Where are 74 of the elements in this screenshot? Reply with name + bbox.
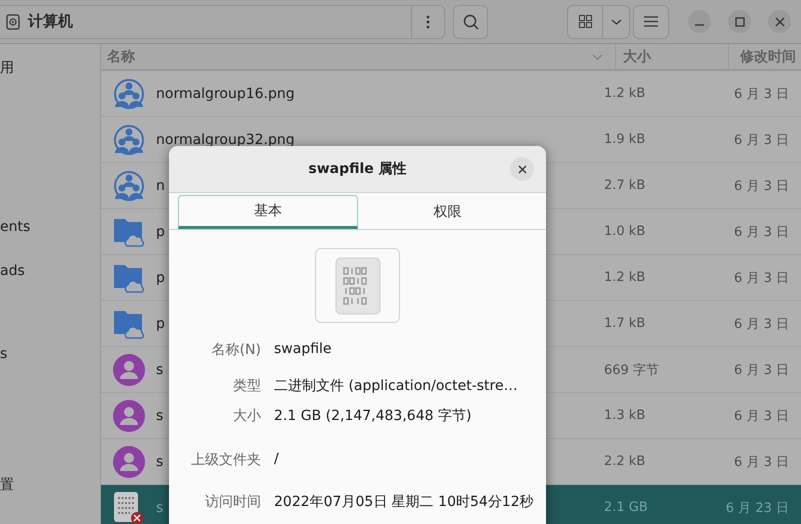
file-name: n — [156, 178, 165, 194]
property-label: 大小 — [232, 407, 261, 425]
search-button[interactable] — [453, 4, 488, 38]
chevron-down-icon — [610, 18, 622, 24]
menu-button[interactable] — [633, 4, 669, 38]
file-size: 669 字节 — [604, 362, 660, 378]
file-row[interactable]: normalgroup16.png 1.2 kB 6 月 3 日 — [101, 71, 801, 117]
more-icon — [426, 14, 430, 28]
sidebar-item[interactable]: s — [0, 344, 100, 364]
property-value: 2.1 GB (2,147,483,648 字节) — [274, 407, 472, 425]
file-date: 6 月 3 日 — [733, 86, 790, 102]
user-icon — [112, 354, 144, 386]
file-name: s — [156, 454, 164, 470]
user-icon — [112, 446, 144, 478]
sidebar-item[interactable]: ents — [0, 217, 100, 237]
file-size: 1.9 kB — [604, 132, 646, 147]
file-size: 1.0 kB — [604, 224, 646, 239]
file-date: 6 月 3 日 — [733, 178, 790, 194]
property-value: 2022年07月05日 星期二 10时54分12秒 — [274, 493, 535, 511]
file-date: 6 月 3 日 — [733, 224, 790, 240]
file-date: 6 月 3 日 — [733, 132, 790, 148]
sidebar-item[interactable]: 用 — [0, 58, 100, 78]
grid-icon — [578, 15, 592, 28]
property-value: 二进制文件 (application/octet-stre… — [274, 377, 519, 395]
file-date: 6 月 23 日 — [724, 500, 790, 516]
file-name: s — [156, 362, 164, 378]
file-size: 2.2 kB — [604, 454, 646, 469]
file-name: normalgroup16.png — [156, 86, 295, 102]
drive-icon — [6, 14, 20, 30]
maximize-button[interactable] — [728, 10, 751, 33]
property-value: swapfile — [274, 341, 333, 359]
user-icon — [112, 400, 144, 432]
group-icon — [112, 124, 144, 156]
file-name: s — [156, 500, 164, 516]
window-title: 计算机 — [28, 12, 73, 31]
property-label: 上级文件夹 — [190, 451, 261, 469]
file-name: s — [156, 408, 164, 424]
sidebar-item[interactable]: 置 — [0, 475, 100, 495]
maximize-icon — [734, 16, 744, 26]
close-button[interactable] — [510, 157, 534, 181]
file-size: 1.2 kB — [604, 86, 646, 101]
group-icon — [112, 78, 144, 110]
binary-file-icon — [334, 256, 380, 314]
file-name: p — [156, 316, 165, 332]
property-label: 类型 — [232, 377, 261, 395]
file-date: 6 月 3 日 — [733, 408, 790, 424]
binary-file-icon — [112, 490, 146, 524]
sidebar-item[interactable]: ads — [0, 261, 100, 281]
file-size: 2.7 kB — [604, 178, 646, 193]
menu-icon — [644, 16, 658, 27]
group-icon — [112, 170, 144, 202]
file-date: 6 月 3 日 — [733, 270, 790, 286]
tab[interactable]: 权限 — [358, 195, 537, 229]
file-date: 6 月 3 日 — [733, 316, 790, 332]
file-size: 2.1 GB — [604, 500, 649, 515]
close-icon — [518, 164, 526, 174]
file-size: 1.7 kB — [604, 316, 646, 331]
view-grid-button[interactable] — [567, 4, 603, 38]
file-name: normalgroup32.png — [156, 132, 295, 148]
close-button[interactable] — [768, 10, 791, 33]
file-size: 1.3 kB — [604, 408, 646, 423]
property-label: 访问时间 — [204, 493, 261, 511]
close-icon — [774, 16, 784, 26]
dialog-title: swapfile 属性 — [308, 160, 407, 178]
property-label: 名称(N) — [210, 341, 261, 359]
file-size: 1.2 kB — [604, 270, 646, 285]
tab[interactable]: 基本 — [178, 195, 358, 229]
file-date: 6 月 3 日 — [733, 454, 790, 470]
search-icon — [462, 14, 478, 30]
file-date: 6 月 3 日 — [733, 362, 790, 378]
minimize-icon — [695, 24, 704, 26]
property-value: / — [274, 451, 280, 469]
file-name: p — [156, 224, 165, 240]
file-name: p — [156, 270, 165, 286]
